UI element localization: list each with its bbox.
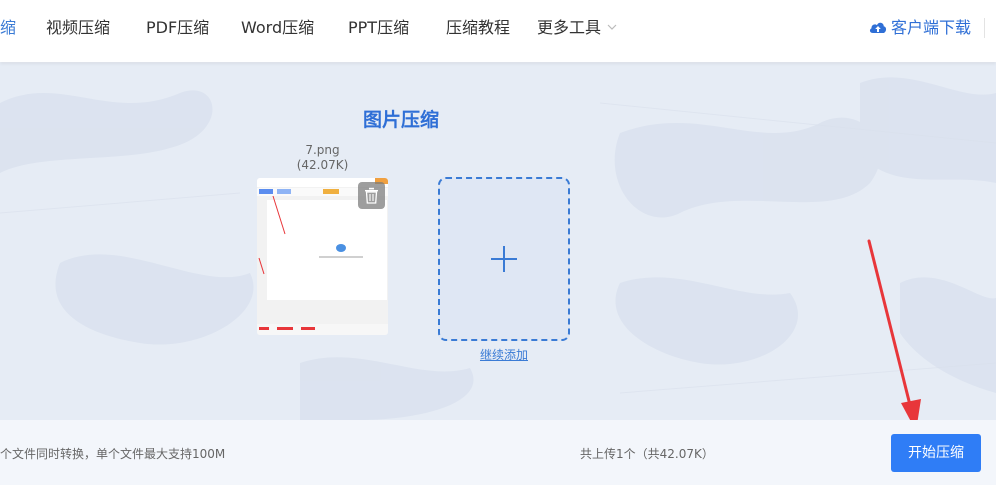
add-more-link[interactable]: 继续添加: [438, 346, 570, 363]
upload-stage: 图片压缩 7.png (42.07K) 继续添加: [0, 63, 996, 420]
nav-item-video-compress[interactable]: 视频压缩: [46, 0, 110, 56]
bottom-action-bar: 个文件同时转换，单个文件最大支持100M 共上传1个（共42.07K） 开始压缩: [0, 420, 996, 485]
nav-item-pdf-compress[interactable]: PDF压缩: [146, 0, 209, 56]
file-size: (42.07K): [296, 158, 349, 172]
upload-hint-text: 个文件同时转换，单个文件最大支持100M: [0, 447, 226, 461]
nav-item-image-compress[interactable]: 缩: [0, 0, 16, 56]
top-navigation: 缩 视频压缩 PDF压缩 Word压缩 PPT压缩 压缩教程 更多工具 客户端下…: [0, 0, 996, 62]
upload-summary: 共上传1个（共42.07K）: [580, 447, 714, 461]
cloud-upload-icon: [869, 22, 887, 33]
client-download-label: 客户端下载: [891, 18, 972, 37]
nav-item-word-compress[interactable]: Word压缩: [241, 0, 314, 56]
red-arrow-annotation: [867, 239, 921, 420]
nav-item-more-tools[interactable]: 更多工具: [537, 0, 601, 56]
page-title: 图片压缩: [362, 109, 439, 131]
nav-divider: [984, 18, 985, 38]
uploaded-file-thumbnail[interactable]: [257, 178, 388, 335]
nav-item-ppt-compress[interactable]: PPT压缩: [348, 0, 409, 56]
delete-file-button[interactable]: [358, 182, 385, 209]
chevron-down-icon[interactable]: [607, 22, 617, 32]
file-name: 7.png: [305, 143, 340, 157]
add-file-dropzone[interactable]: [438, 177, 570, 341]
nav-item-compress-tutorial[interactable]: 压缩教程: [446, 0, 510, 56]
trash-icon: [365, 187, 378, 204]
start-compress-button[interactable]: 开始压缩: [891, 434, 981, 472]
plus-icon: [491, 246, 517, 272]
